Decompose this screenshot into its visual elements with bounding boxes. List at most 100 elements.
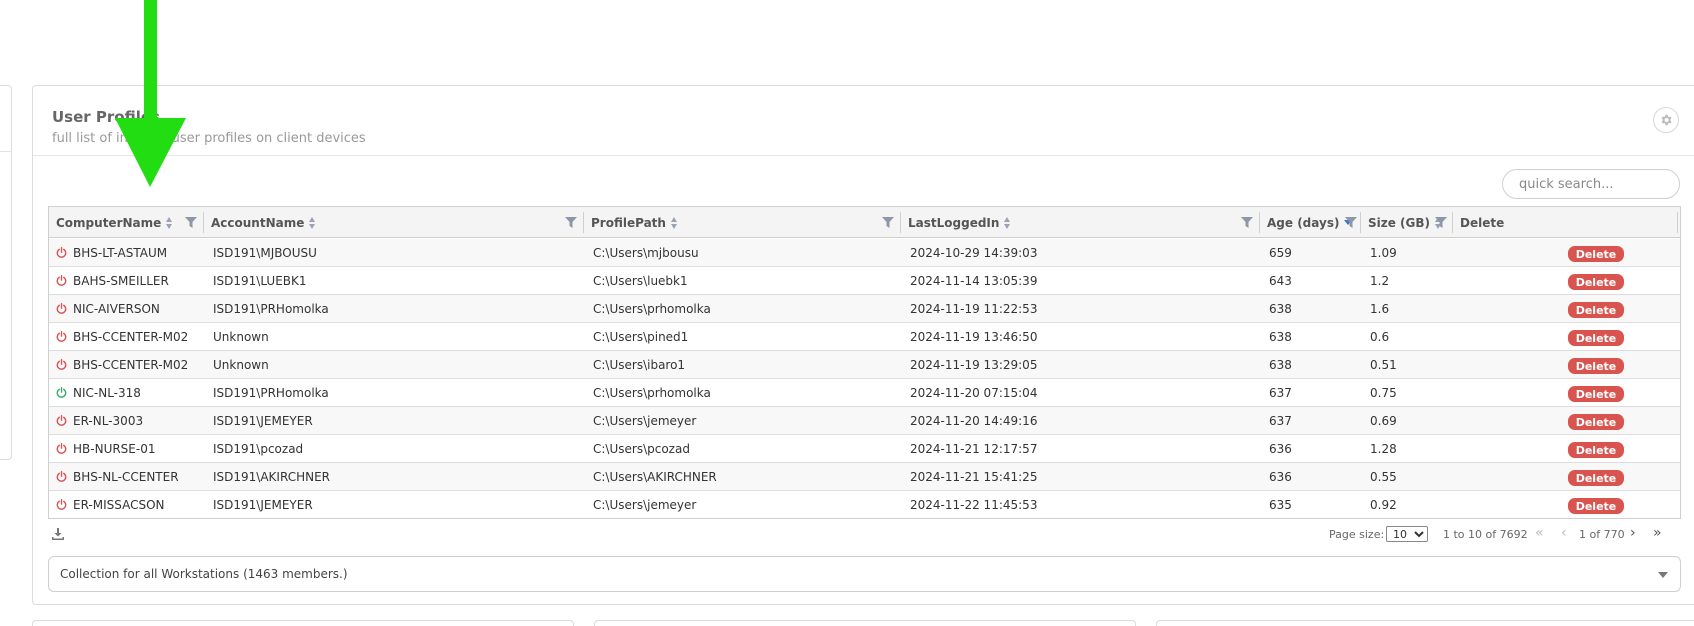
cell-account: ISD191\JEMEYER [213,413,313,428]
cell-age: 637 [1269,413,1292,428]
table-row[interactable]: BAHS-SMEILLER ISD191\LUEBK1 C:\Users\luebk… [49,267,1680,295]
cell-computer: NIC-AIVERSON [73,301,160,316]
cell-profile: C:\Users\pined1 [593,329,689,344]
delete-button[interactable]: Delete [1568,358,1624,374]
quick-search-input[interactable] [1502,169,1680,199]
page-range-text: 1 to 10 of 7692 [1443,528,1528,541]
cell-lastlogged: 2024-11-19 13:46:50 [910,329,1038,344]
header-lastloggedin[interactable]: LastLoggedIn [901,207,1261,238]
delete-button[interactable]: Delete [1568,274,1624,290]
cell-computer: BHS-LT-ASTAUM [73,245,168,260]
cell-account: ISD191\AKIRCHNER [213,469,330,484]
cell-account: Unknown [213,329,269,344]
table-row[interactable]: BHS-NL-CCENTER ISD191\AKIRCHNER C:\Users\A… [49,463,1680,491]
cell-computer: BHS-CCENTER-M02 [73,329,189,344]
cell-profile: C:\Users\jemeyer [593,497,697,512]
delete-button[interactable]: Delete [1568,330,1624,346]
cell-computer: BAHS-SMEILLER [73,273,169,288]
cell-account: ISD191\MJBOUSU [213,245,317,260]
bottom-card [594,620,1136,626]
next-page-button[interactable]: › [1630,525,1636,541]
bottom-card [1156,620,1694,626]
cell-age: 643 [1269,273,1292,288]
delete-button[interactable]: Delete [1568,498,1624,514]
table-row[interactable]: NIC-AIVERSON ISD191\PRHomolka C:\Users\prh… [49,295,1680,323]
delete-button[interactable]: Delete [1568,302,1624,318]
power-icon [56,275,67,286]
filter-icon[interactable] [1435,217,1447,228]
power-icon [56,387,67,398]
cell-profile: C:\Users\pcozad [593,441,690,456]
cell-age: 659 [1269,245,1292,260]
header-label: LastLoggedIn [908,215,1000,230]
table-row[interactable]: BHS-CCENTER-M02 Unknown C:\Users\pined1 202… [49,323,1680,351]
collection-select[interactable]: Collection for all Workstations (1463 me… [48,556,1681,592]
column-separator[interactable] [1677,212,1678,233]
delete-button[interactable]: Delete [1568,246,1624,262]
header-computername[interactable]: ComputerName [49,207,204,238]
cell-profile: C:\Users\jemeyer [593,413,697,428]
cell-age: 637 [1269,385,1292,400]
table-row[interactable]: BHS-CCENTER-M02 Unknown C:\Users\ibaro1 202… [49,351,1680,379]
delete-button[interactable]: Delete [1568,414,1624,430]
delete-button[interactable]: Delete [1568,386,1624,402]
profiles-grid: ComputerName AccountName ProfilePath Las… [48,206,1681,519]
delete-button[interactable]: Delete [1568,442,1624,458]
cell-account: Unknown [213,357,269,372]
header-label: Size (GB) [1368,215,1431,230]
page-size-label: Page size: [1329,528,1385,541]
sort-icon [670,216,678,229]
filter-icon[interactable] [882,217,894,228]
cell-profile: C:\Users\ibaro1 [593,357,686,372]
table-row[interactable]: NIC-NL-318 ISD191\PRHomolka C:\Users\prhom… [49,379,1680,407]
cell-size: 0.51 [1370,357,1397,372]
header-label: ComputerName [56,215,162,230]
cell-lastlogged: 2024-11-19 11:22:53 [910,301,1038,316]
cell-lastlogged: 2024-11-14 13:05:39 [910,273,1038,288]
first-page-button[interactable]: « [1535,525,1544,541]
left-panel-edge [0,85,12,460]
collection-label: Collection for all Workstations (1463 me… [60,567,348,581]
table-row[interactable]: BHS-LT-ASTAUM ISD191\MJBOUSU C:\Users\mjbo… [49,239,1680,267]
cell-size: 0.75 [1370,385,1397,400]
header-accountname[interactable]: AccountName [204,207,584,238]
filter-icon[interactable] [1345,217,1357,228]
arrow-down-icon [115,0,186,187]
power-icon [56,247,67,258]
cell-profile: C:\Users\prhomolka [593,301,711,316]
filter-icon[interactable] [565,217,577,228]
cell-profile: C:\Users\prhomolka [593,385,711,400]
cell-size: 0.69 [1370,413,1397,428]
cell-lastlogged: 2024-11-22 11:45:53 [910,497,1038,512]
cell-computer: BHS-CCENTER-M02 [73,357,189,372]
cell-age: 638 [1269,301,1292,316]
prev-page-button[interactable]: ‹ [1561,525,1567,541]
page-size-select[interactable]: 10 [1386,526,1428,542]
last-page-button[interactable]: » [1653,525,1662,541]
filter-icon[interactable] [185,217,197,228]
table-row[interactable]: HB-NURSE-01 ISD191\pcozad C:\Users\pcozad 2… [49,435,1680,463]
table-row[interactable]: ER-NL-3003 ISD191\JEMEYER C:\Users\jemeyer… [49,407,1680,435]
settings-button[interactable] [1653,107,1679,133]
filter-icon[interactable] [1241,217,1253,228]
cell-computer: HB-NURSE-01 [73,441,156,456]
header-label: ProfilePath [591,215,666,230]
gear-icon [1661,114,1672,126]
header-profilepath[interactable]: ProfilePath [584,207,902,238]
cell-size: 0.55 [1370,469,1397,484]
table-row[interactable]: ER-MISSACSON ISD191\JEMEYER C:\Users\jemey… [49,491,1680,518]
cell-size: 0.92 [1370,497,1397,512]
header-delete: Delete [1453,207,1563,238]
card-header: User Profiles full list of indexed user … [33,86,1694,156]
header-label: Delete [1460,215,1505,230]
delete-button[interactable]: Delete [1568,470,1624,486]
cell-age: 638 [1269,329,1292,344]
page-indicator: 1 of 770 [1579,528,1625,541]
cell-size: 1.09 [1370,245,1397,260]
grid-footer: Page size: 10 1 to 10 of 7692 « ‹ 1 of 7… [48,525,1681,547]
cell-account: ISD191\PRHomolka [213,301,329,316]
cell-computer: BHS-NL-CCENTER [73,469,179,484]
chevron-down-icon [1658,572,1668,578]
cell-account: ISD191\JEMEYER [213,497,313,512]
download-icon[interactable] [52,528,64,540]
